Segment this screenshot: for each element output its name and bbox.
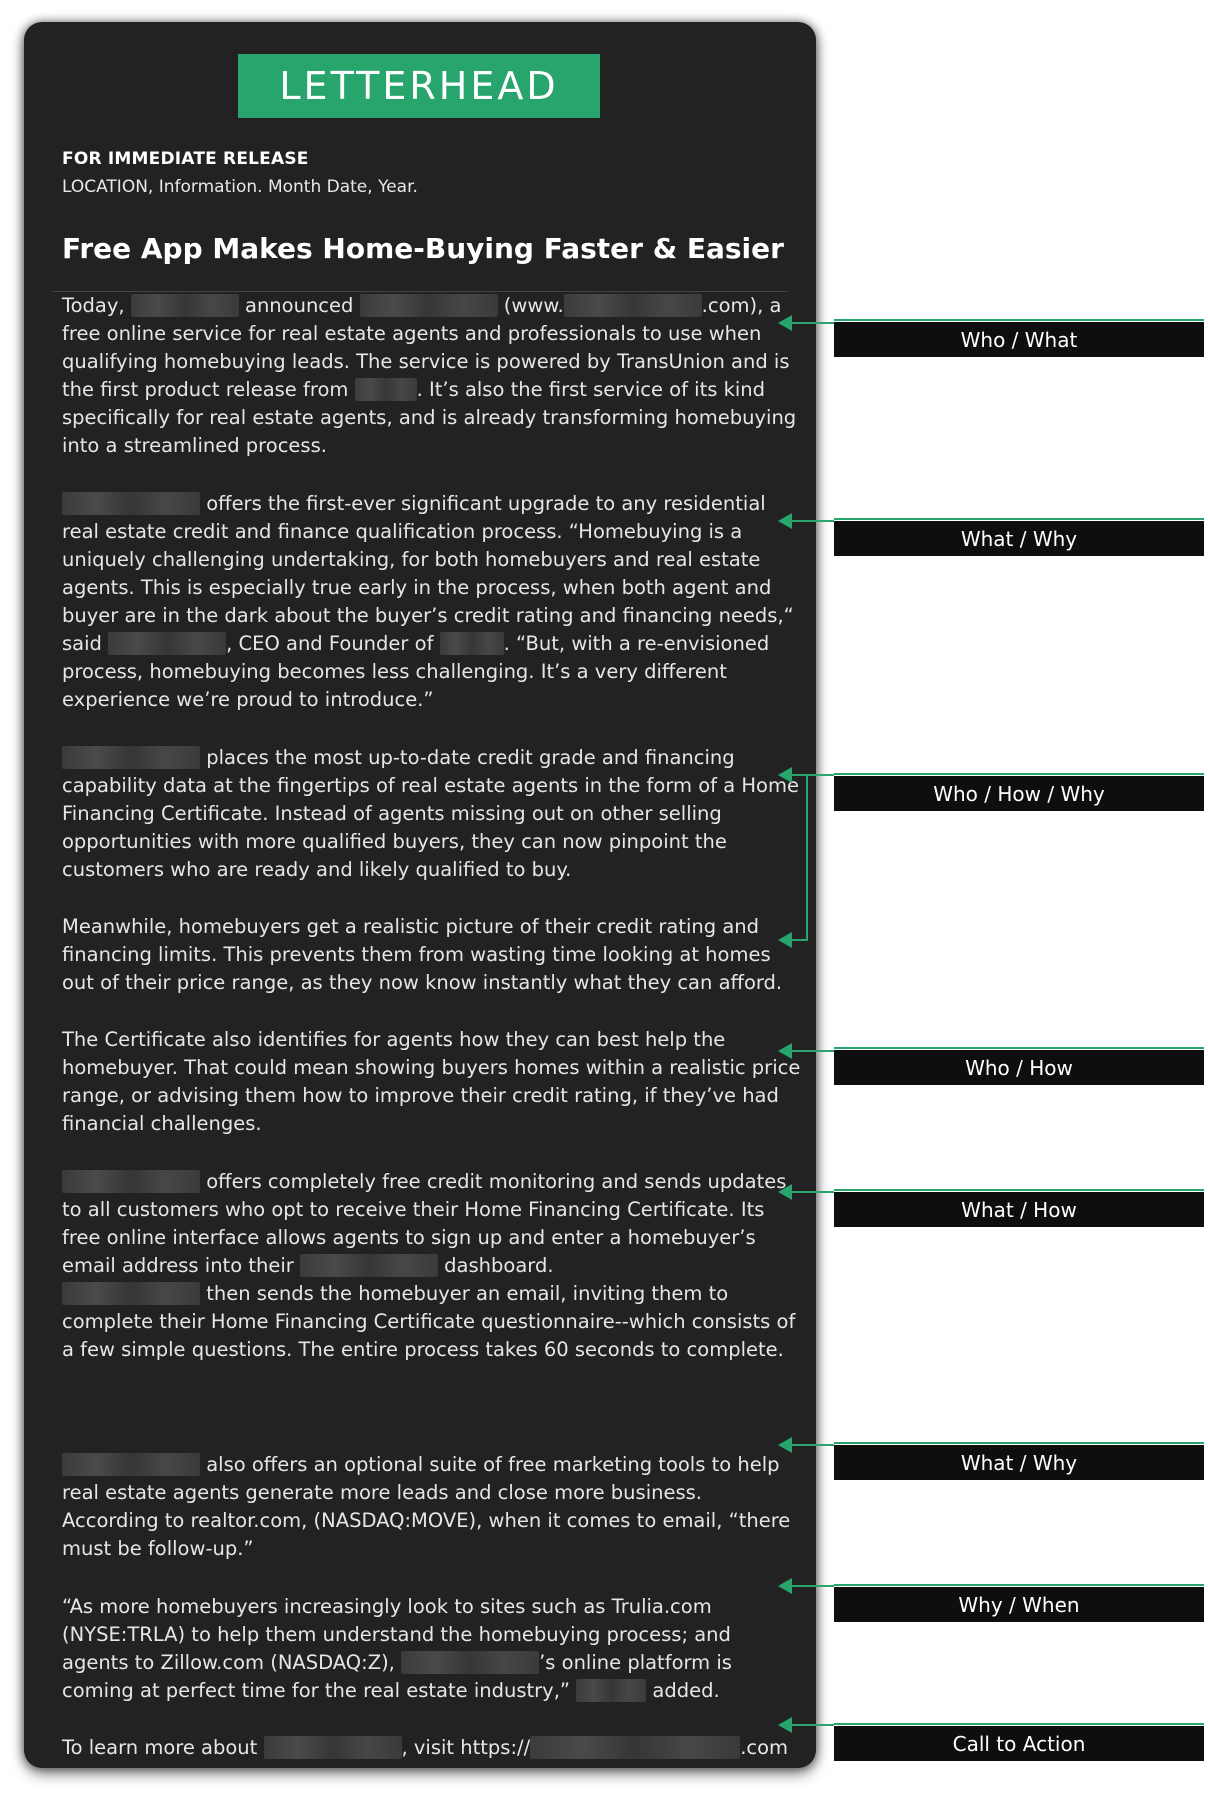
annotation-arrow <box>778 513 834 529</box>
paragraph-6: offers completely free credit monitoring… <box>62 1170 796 1361</box>
letterhead-logo: LETTERHEAD <box>238 54 600 118</box>
redacted-text <box>62 746 200 769</box>
paragraph-1: Today, announced (www. .com), a free onli… <box>62 294 797 457</box>
redacted-text <box>530 1736 741 1759</box>
paragraph-2: offers the first-ever significant upgrad… <box>62 492 794 711</box>
redacted-text <box>62 492 200 515</box>
redacted-text <box>576 1679 647 1702</box>
annotation-arrow <box>778 1043 834 1059</box>
redacted-text <box>299 1254 438 1277</box>
annotation-label: Why / When <box>834 1584 1204 1622</box>
redacted-text <box>130 294 239 317</box>
annotation-label: Who / How / Why <box>834 773 1204 811</box>
annotation-label: What / How <box>834 1189 1204 1227</box>
paragraph-8: “As more homebuyers increasingly look to… <box>62 1595 732 1702</box>
redacted-text <box>62 1282 200 1305</box>
annotation-label: Call to Action <box>834 1723 1204 1761</box>
annotation-arrow <box>778 315 834 331</box>
press-release-document: LETTERHEAD FOR IMMEDIATE RELEASE LOCATIO… <box>24 22 816 1768</box>
paragraph-7: also offers an optional suite of free ma… <box>62 1453 791 1560</box>
annotation-bracket <box>806 774 808 941</box>
paragraph-3: places the most up-to-date credit grade … <box>62 746 799 881</box>
redacted-text <box>439 632 504 655</box>
annotation-label: What / Why <box>834 518 1204 556</box>
annotation-bracket <box>806 774 834 776</box>
annotation-arrow <box>778 932 806 948</box>
annotation-label: What / Why <box>834 1442 1204 1480</box>
annotation-label: Who / What <box>834 319 1204 357</box>
redacted-text <box>263 1736 402 1759</box>
dateline: LOCATION, Information. Month Date, Year. <box>62 177 418 197</box>
release-label: FOR IMMEDIATE RELEASE <box>62 149 309 169</box>
redacted-text <box>563 294 702 317</box>
paragraph-9: To learn more about , visit https://.com <box>62 1736 789 1759</box>
annotation-arrow <box>778 1717 834 1733</box>
redacted-text <box>62 1170 200 1193</box>
annotation-label: Who / How <box>834 1047 1204 1085</box>
redacted-text <box>62 1453 200 1476</box>
redacted-text <box>354 378 417 401</box>
redacted-text <box>401 1651 540 1674</box>
annotation-arrow <box>778 1184 834 1200</box>
annotation-arrow <box>778 1437 834 1453</box>
paragraph-5: The Certificate also identifies for agen… <box>62 1028 801 1135</box>
paragraph-4: Meanwhile, homebuyers get a realistic pi… <box>62 915 783 994</box>
headline: Free App Makes Home-Buying Faster & Easi… <box>62 232 784 265</box>
redacted-text <box>108 632 227 655</box>
annotation-arrow <box>778 1578 834 1594</box>
redacted-text <box>359 294 498 317</box>
